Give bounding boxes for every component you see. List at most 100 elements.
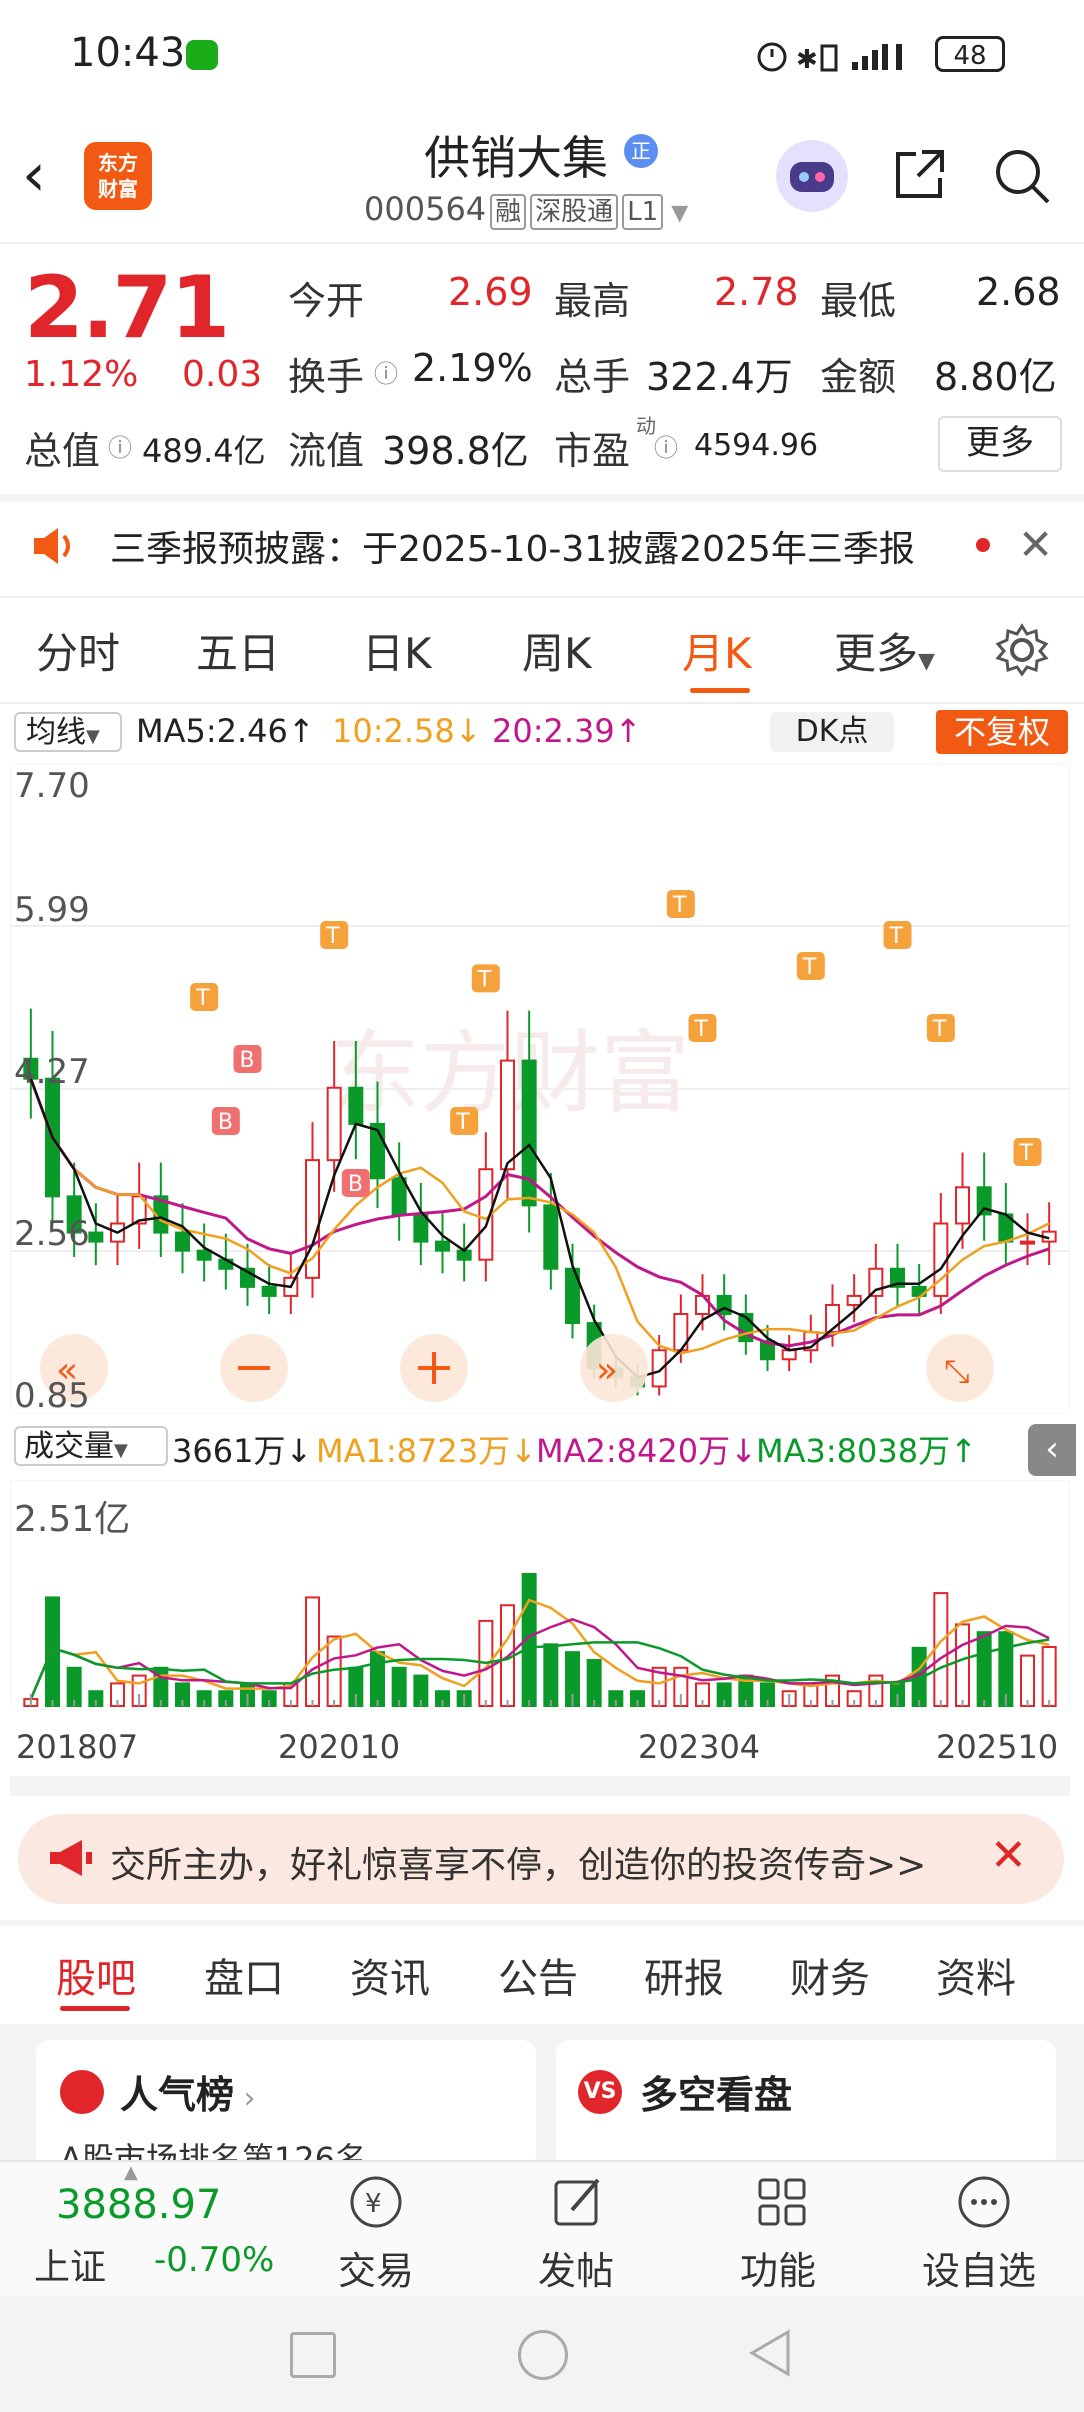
share-icon[interactable] bbox=[892, 146, 948, 202]
nav-functions[interactable]: 功能 bbox=[740, 2240, 816, 2295]
ma5-value: MA5:2.46↑ bbox=[136, 712, 315, 750]
fullscreen-button[interactable]: ⤡ bbox=[926, 1334, 994, 1402]
signal-marker-label: B bbox=[348, 1172, 363, 1197]
caret-down-icon: ▼ bbox=[114, 1440, 128, 1461]
bull-bear-title: 多空看盘 bbox=[640, 2073, 793, 2117]
candle-body bbox=[261, 1285, 277, 1297]
trade-icon[interactable]: ¥ bbox=[346, 2172, 406, 2232]
volume-bar bbox=[1020, 1654, 1035, 1708]
volume-ma1: MA1:8723万↓ bbox=[316, 1432, 537, 1470]
volume-chart[interactable] bbox=[10, 1480, 1070, 1710]
recents-button[interactable] bbox=[290, 2332, 336, 2378]
tab-finance[interactable]: 财务 bbox=[790, 1946, 870, 2004]
caret-down-icon: ▼ bbox=[918, 649, 935, 674]
connect-tag: 深股通 bbox=[530, 194, 619, 230]
post-icon[interactable] bbox=[548, 2172, 608, 2232]
signal-marker-label: T bbox=[802, 955, 817, 980]
close-icon[interactable]: ✕ bbox=[1018, 520, 1053, 569]
signal-marker-label: B bbox=[218, 1110, 233, 1135]
volume-bar bbox=[586, 1658, 602, 1707]
home-button[interactable] bbox=[518, 2330, 568, 2380]
tab-profile[interactable]: 资料 bbox=[936, 1946, 1016, 2004]
info-icon[interactable]: ⓘ bbox=[654, 428, 678, 463]
y-tick-label: 0.85 bbox=[14, 1376, 90, 1416]
unread-dot bbox=[976, 538, 990, 552]
back-icon[interactable]: ‹ bbox=[22, 145, 46, 205]
mktcap-label: 总值 bbox=[24, 429, 101, 473]
volume-bar bbox=[305, 1596, 320, 1707]
signal-marker-label: T bbox=[455, 1110, 470, 1135]
volume-ma2: MA2:8420万↓ bbox=[536, 1432, 757, 1470]
indicator-selector[interactable]: 均线▼ bbox=[14, 712, 122, 752]
collapse-panel-icon[interactable]: ‹ bbox=[1028, 1424, 1076, 1476]
close-icon[interactable]: ✕ bbox=[990, 1830, 1027, 1881]
popularity-title: 人气榜 › bbox=[120, 2064, 256, 2119]
ad-text[interactable]: 交所主办，好礼惊喜享不停，创造你的投资传奇>> bbox=[110, 1836, 966, 1888]
pe-label: 市盈 bbox=[554, 429, 631, 473]
info-icon[interactable]: ⓘ bbox=[374, 354, 398, 389]
caret-up-icon: ▲ bbox=[124, 2162, 138, 2183]
tab-monthly-k[interactable]: 月K bbox=[682, 620, 752, 681]
caret-down-icon: ▼ bbox=[86, 726, 100, 747]
high-value: 2.78 bbox=[714, 270, 799, 314]
svg-text:✱: ✱ bbox=[796, 45, 818, 74]
search-icon[interactable] bbox=[992, 146, 1052, 206]
more-button[interactable]: 更多 bbox=[938, 416, 1062, 472]
logo-line-2: 财富 bbox=[98, 177, 138, 201]
tab-pankou[interactable]: 盘口 bbox=[204, 1946, 284, 2004]
tab-research[interactable]: 研报 bbox=[644, 1946, 724, 2004]
nav-add-watchlist[interactable]: 设自选 bbox=[922, 2240, 1036, 2295]
svg-text:»: » bbox=[596, 1350, 618, 1391]
notice-text[interactable]: 三季报预披露：于2025-10-31披露2025年三季报 bbox=[110, 520, 915, 572]
gear-icon[interactable] bbox=[994, 622, 1050, 678]
tab-weekly-k[interactable]: 周K bbox=[522, 620, 592, 681]
candle-body bbox=[88, 1231, 104, 1243]
active-tab-indicator bbox=[60, 2006, 130, 2011]
signal-marker-label: T bbox=[889, 924, 904, 949]
high-label: 最高 bbox=[554, 279, 631, 323]
divider bbox=[0, 702, 1084, 704]
mktcap-value: 489.4亿 bbox=[142, 432, 266, 470]
bull-bear-card[interactable]: VS 多空看盘 bbox=[556, 2040, 1056, 2170]
volume-label: 总手 bbox=[554, 355, 631, 399]
tab-more[interactable]: 更多▼ bbox=[834, 620, 935, 681]
stock-code-row[interactable]: 000564 融深股通 L1 ▼ bbox=[364, 190, 688, 230]
ai-assistant-icon[interactable] bbox=[776, 140, 848, 212]
nav-trade[interactable]: 交易 bbox=[338, 2240, 414, 2295]
status-bar: 10:43 ✱ 48 bbox=[0, 0, 1084, 110]
nav-post[interactable]: 发帖 bbox=[538, 2240, 614, 2295]
volume-current: 3661万↓ bbox=[172, 1432, 313, 1470]
dk-point-toggle[interactable]: DK点 bbox=[770, 712, 894, 752]
adjust-mode-button[interactable]: 不复权 bbox=[936, 710, 1068, 754]
megaphone-icon bbox=[50, 1840, 92, 1876]
float-label: 流值 bbox=[288, 429, 365, 473]
candle-body bbox=[846, 1294, 862, 1306]
volume-selector[interactable]: 成交量▼ bbox=[14, 1426, 168, 1466]
kline-chart[interactable]: 东方财富 TBBTBTTTTTTTT « » ⤡ bbox=[10, 764, 1070, 1414]
chart-icon bbox=[60, 2070, 104, 2114]
candle-body bbox=[543, 1204, 559, 1270]
volume-value: 322.4万 bbox=[646, 355, 793, 399]
candle-body bbox=[391, 1177, 407, 1216]
tab-announcement[interactable]: 公告 bbox=[498, 1946, 578, 2004]
info-icon[interactable]: ⓘ bbox=[108, 428, 132, 463]
tab-daily-k[interactable]: 日K bbox=[362, 620, 432, 681]
tab-intraday[interactable]: 分时 bbox=[36, 620, 120, 681]
nav-right-button[interactable]: » bbox=[580, 1334, 648, 1402]
zoom-out-button[interactable] bbox=[220, 1334, 288, 1402]
battery-indicator: 48 bbox=[935, 36, 1005, 72]
zoom-in-button[interactable] bbox=[400, 1334, 468, 1402]
tab-news[interactable]: 资讯 bbox=[350, 1946, 430, 2004]
more-icon[interactable] bbox=[954, 2172, 1014, 2232]
divider bbox=[0, 494, 1084, 502]
functions-icon[interactable] bbox=[752, 2172, 812, 2232]
app-logo: 东方 财富 bbox=[84, 142, 152, 210]
back-nav-button[interactable] bbox=[744, 2328, 794, 2378]
volume-bar bbox=[955, 1623, 970, 1707]
level-tag: L1 bbox=[622, 194, 664, 230]
popularity-card[interactable]: 人气榜 › A股市场排名第126名 bbox=[36, 2040, 536, 2178]
system-nav-bar bbox=[0, 2296, 1084, 2412]
tab-five-day[interactable]: 五日 bbox=[196, 620, 280, 681]
active-tab-indicator bbox=[690, 688, 750, 693]
tab-guba[interactable]: 股吧 bbox=[56, 1946, 136, 2004]
